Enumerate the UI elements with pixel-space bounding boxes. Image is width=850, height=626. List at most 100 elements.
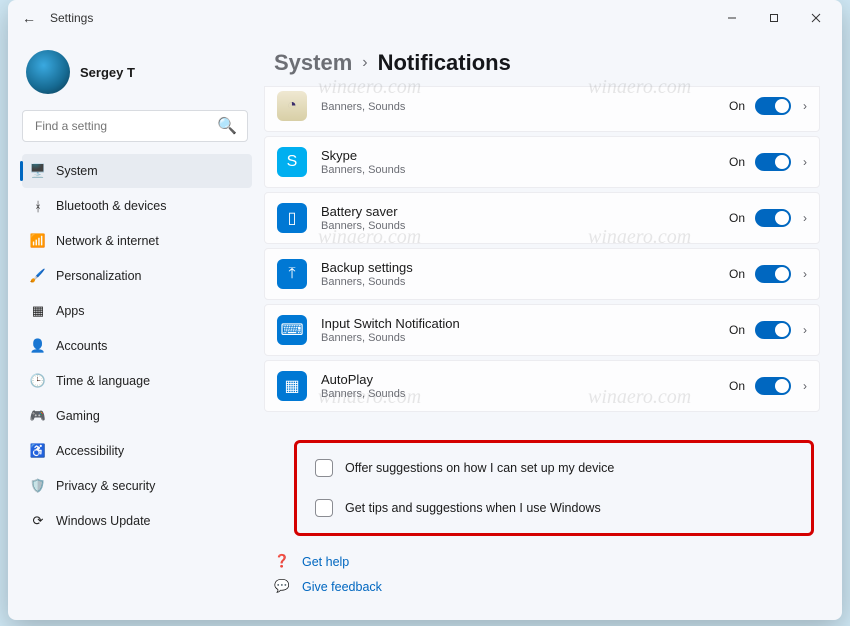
chevron-right-icon: › xyxy=(801,99,807,113)
toggle-switch[interactable] xyxy=(755,97,791,115)
sidebar-item-label: Privacy & security xyxy=(56,479,155,493)
app-subtitle: Banners, Sounds xyxy=(321,101,715,113)
sidebar-item-label: Time & language xyxy=(56,374,150,388)
nav-icon: 👤 xyxy=(30,338,46,354)
main-content: System › Notifications ◔ Banners, Sounds O… xyxy=(258,36,842,620)
sidebar-item-label: Personalization xyxy=(56,269,141,283)
sidebar-item-bluetooth-devices[interactable]: ᚼBluetooth & devices xyxy=(22,189,252,223)
app-icon: S xyxy=(277,147,307,177)
app-title: Backup settings xyxy=(321,260,715,275)
toggle-switch[interactable] xyxy=(755,321,791,339)
toggle-state-label: On xyxy=(729,323,745,337)
toggle-switch[interactable] xyxy=(755,377,791,395)
checkbox-icon[interactable] xyxy=(315,459,333,477)
nav-icon: 🎮 xyxy=(30,408,46,424)
breadcrumb-root[interactable]: System xyxy=(274,50,352,76)
toggle-switch[interactable] xyxy=(755,153,791,171)
minimize-button[interactable] xyxy=(714,4,750,32)
profile[interactable]: Sergey T xyxy=(22,44,252,104)
search-input[interactable]: 🔍 xyxy=(22,110,248,142)
chevron-right-icon: › xyxy=(801,267,807,281)
scroll-area[interactable]: ◔Banners, SoundsOn›SSkypeBanners, Sounds… xyxy=(264,86,824,610)
link-label: Get help xyxy=(302,555,349,569)
help-icon: ❓ xyxy=(274,554,290,569)
chevron-right-icon: › xyxy=(801,379,807,393)
checkbox-label: Get tips and suggestions when I use Wind… xyxy=(345,501,601,515)
checkbox-setup-suggestions[interactable]: Offer suggestions on how I can set up my… xyxy=(315,459,793,477)
sidebar-item-accessibility[interactable]: ♿ Accessibility xyxy=(22,434,252,468)
toggle-state-label: On xyxy=(729,211,745,225)
nav-icon: 🛡️ xyxy=(30,478,46,494)
search-field[interactable] xyxy=(33,118,203,134)
sidebar-item-privacy-security[interactable]: 🛡️ Privacy & security xyxy=(22,469,252,503)
sidebar-item-label: System xyxy=(56,164,98,178)
sidebar-item-label: Accessibility xyxy=(56,444,124,458)
breadcrumb: System › Notifications xyxy=(274,50,824,76)
checkbox-icon[interactable] xyxy=(315,499,333,517)
sidebar-item-time-language[interactable]: 🕒 Time & language xyxy=(22,364,252,398)
chevron-right-icon: › xyxy=(801,211,807,225)
app-title: Input Switch Notification xyxy=(321,316,715,331)
toggle-switch[interactable] xyxy=(755,209,791,227)
sidebar-item-network-internet[interactable]: 📶 Network & internet xyxy=(22,224,252,258)
app-icon: ◔ xyxy=(277,91,307,121)
profile-name: Sergey T xyxy=(80,65,135,80)
app-subtitle: Banners, Sounds xyxy=(321,332,715,344)
avatar xyxy=(26,50,70,94)
get-help-link[interactable]: ❓ Get help xyxy=(274,554,820,569)
nav-icon: 📶 xyxy=(30,233,46,249)
sidebar-item-accounts[interactable]: 👤 Accounts xyxy=(22,329,252,363)
sidebar-item-gaming[interactable]: 🎮Gaming xyxy=(22,399,252,433)
nav-icon: 🕒 xyxy=(30,373,46,389)
sidebar-item-apps[interactable]: ▦ Apps xyxy=(22,294,252,328)
toggle-state-label: On xyxy=(729,267,745,281)
sidebar-item-personalization[interactable]: 🖌️ Personalization xyxy=(22,259,252,293)
link-label: Give feedback xyxy=(302,580,382,594)
search-icon: 🔍 xyxy=(217,116,237,136)
app-icon: ⤒ xyxy=(277,259,307,289)
sidebar-item-label: Network & internet xyxy=(56,234,159,248)
nav-icon: 🖌️ xyxy=(30,268,46,284)
app-notification-row[interactable]: ▦ AutoPlayBanners, Sounds On › xyxy=(264,360,820,412)
app-title: AutoPlay xyxy=(321,372,715,387)
app-icon: ▦ xyxy=(277,371,307,401)
app-subtitle: Banners, Sounds xyxy=(321,164,715,176)
toggle-state-label: On xyxy=(729,155,745,169)
nav-icon: ♿ xyxy=(30,443,46,459)
nav-icon: ᚼ xyxy=(30,198,46,214)
sidebar: Sergey T 🔍 🖥️SystemᚼBluetooth & devices📶… xyxy=(8,36,258,620)
nav-icon: 🖥️ xyxy=(30,163,46,179)
app-icon: ▯ xyxy=(277,203,307,233)
chevron-right-icon: › xyxy=(801,155,807,169)
app-notification-row[interactable]: ▯ Battery saverBanners, Sounds On › xyxy=(264,192,820,244)
checkbox-tips-suggestions[interactable]: Get tips and suggestions when I use Wind… xyxy=(315,499,793,517)
breadcrumb-leaf: Notifications xyxy=(378,50,511,76)
app-icon: ⌨ xyxy=(277,315,307,345)
nav-icon: ⟳ xyxy=(30,513,46,529)
sidebar-item-label: Accounts xyxy=(56,339,107,353)
toggle-state-label: On xyxy=(729,99,745,113)
app-subtitle: Banners, Sounds xyxy=(321,220,715,232)
app-notification-row[interactable]: ⌨ Input Switch NotificationBanners, Sound… xyxy=(264,304,820,356)
sidebar-item-label: Windows Update xyxy=(56,514,151,528)
sidebar-item-label: Apps xyxy=(56,304,85,318)
titlebar: ← Settings xyxy=(8,0,842,36)
app-subtitle: Banners, Sounds xyxy=(321,388,715,400)
maximize-button[interactable] xyxy=(756,4,792,32)
app-notification-row[interactable]: ◔ Banners, Sounds On › xyxy=(264,86,820,132)
window-title: Settings xyxy=(50,11,93,25)
sidebar-item-system[interactable]: 🖥️ System xyxy=(22,154,252,188)
toggle-state-label: On xyxy=(729,379,745,393)
app-notification-row[interactable]: ⤒Backup settingsBanners, SoundsOn› xyxy=(264,248,820,300)
close-button[interactable] xyxy=(798,4,834,32)
back-button[interactable]: ← xyxy=(22,10,36,26)
chevron-right-icon: › xyxy=(362,54,367,72)
app-notification-row[interactable]: S SkypeBanners, Sounds On › xyxy=(264,136,820,188)
toggle-switch[interactable] xyxy=(755,265,791,283)
give-feedback-link[interactable]: 💬 Give feedback xyxy=(274,579,820,594)
app-title: Skype xyxy=(321,148,715,163)
nav-icon: ▦ xyxy=(30,303,46,319)
highlighted-options: Offer suggestions on how I can set up my… xyxy=(294,440,814,536)
sidebar-item-windows-update[interactable]: ⟳ Windows Update xyxy=(22,504,252,538)
app-title: Battery saver xyxy=(321,204,715,219)
